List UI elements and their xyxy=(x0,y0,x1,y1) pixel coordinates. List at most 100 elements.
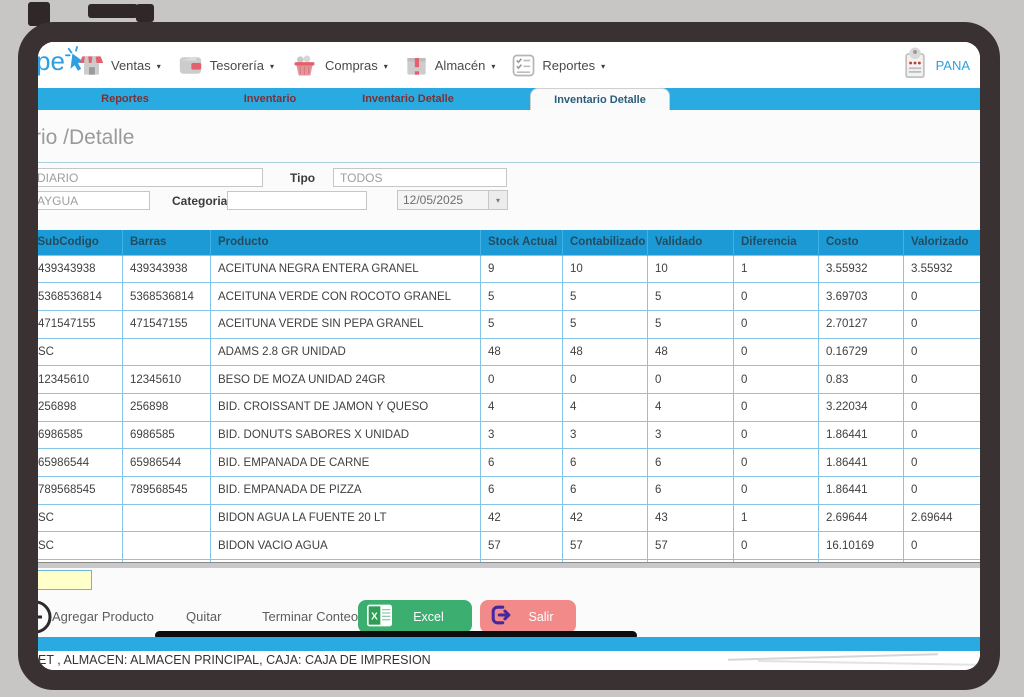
table-cell[interactable]: 256898 xyxy=(123,393,211,421)
table-row[interactable]: 53685368145368536814ACEITUNA VERDE CON R… xyxy=(38,283,980,311)
table-cell[interactable]: 6986585 xyxy=(38,421,123,449)
table-cell[interactable]: 5 xyxy=(481,310,563,338)
table-cell[interactable]: 6 xyxy=(648,477,734,505)
table-cell[interactable]: 65986544 xyxy=(123,449,211,477)
table-cell[interactable]: 57 xyxy=(481,532,563,560)
table-cell[interactable]: 0 xyxy=(648,366,734,394)
table-cell[interactable]: BIDON VACIO AGUA xyxy=(211,532,481,560)
table-cell[interactable]: 5 xyxy=(648,310,734,338)
calendar-dropdown-icon[interactable]: ▾ xyxy=(488,191,507,209)
table-cell[interactable]: 12345610 xyxy=(123,366,211,394)
table-cell[interactable]: 48 xyxy=(481,338,563,366)
table-cell[interactable]: 0 xyxy=(904,532,981,560)
menu-item-almacen[interactable]: Almacén▾ xyxy=(404,53,496,78)
table-cell[interactable]: 0 xyxy=(734,477,819,505)
account-widget[interactable]: PANA xyxy=(900,46,970,85)
quantity-entry-field[interactable] xyxy=(38,570,92,590)
table-cell[interactable]: SC xyxy=(38,338,123,366)
table-cell[interactable]: 57 xyxy=(648,532,734,560)
table-cell[interactable]: 4 xyxy=(563,393,648,421)
table-cell[interactable]: 0 xyxy=(904,449,981,477)
table-cell[interactable]: 0 xyxy=(734,310,819,338)
table-cell[interactable] xyxy=(123,532,211,560)
column-header[interactable]: Validado xyxy=(648,230,734,255)
table-cell[interactable]: 0 xyxy=(734,283,819,311)
menu-item-reportes[interactable]: Reportes▾ xyxy=(511,53,605,78)
table-cell[interactable]: 43 xyxy=(648,504,734,532)
table-cell[interactable]: ACEITUNA VERDE SIN PEPA GRANEL xyxy=(211,310,481,338)
table-cell[interactable]: 48 xyxy=(648,338,734,366)
column-header[interactable]: Costo xyxy=(819,230,904,255)
table-cell[interactable]: 16.10169 xyxy=(819,532,904,560)
table-cell[interactable]: 0 xyxy=(904,310,981,338)
tab-inventario[interactable]: Inventario xyxy=(215,88,325,110)
table-cell[interactable]: 6 xyxy=(481,449,563,477)
table-cell[interactable]: 439343938 xyxy=(123,255,211,283)
table-cell[interactable]: BID. DONUTS SABORES X UNIDAD xyxy=(211,421,481,449)
table-row[interactable]: SCBIDON VACIO AGUA575757016.101690 xyxy=(38,532,980,560)
search-input[interactable] xyxy=(38,168,263,187)
table-cell[interactable]: 12345610 xyxy=(38,366,123,394)
table-cell[interactable]: ADAMS 2.8 GR UNIDAD xyxy=(211,338,481,366)
table-cell[interactable]: 2.70127 xyxy=(819,310,904,338)
table-row[interactable]: 471547155471547155ACEITUNA VERDE SIN PEP… xyxy=(38,310,980,338)
column-header[interactable]: Contabilizado xyxy=(563,230,648,255)
table-cell[interactable]: 5368536814 xyxy=(38,283,123,311)
table-row[interactable]: SCBIDON AGUA LA FUENTE 20 LT42424312.696… xyxy=(38,504,980,532)
table-row[interactable]: 69865856986585BID. DONUTS SABORES X UNID… xyxy=(38,421,980,449)
table-cell[interactable]: 3 xyxy=(563,421,648,449)
menu-item-tesoreria[interactable]: Tesorería▾ xyxy=(177,54,274,77)
excel-button[interactable]: X Excel xyxy=(358,600,472,633)
table-cell[interactable]: 3.55932 xyxy=(819,255,904,283)
table-cell[interactable]: 3 xyxy=(648,421,734,449)
table-cell[interactable]: 256898 xyxy=(38,393,123,421)
table-cell[interactable]: 5 xyxy=(648,283,734,311)
table-cell[interactable]: 0 xyxy=(904,477,981,505)
table-cell[interactable]: 57 xyxy=(563,532,648,560)
table-cell[interactable]: 1.86441 xyxy=(819,477,904,505)
column-header[interactable]: Barras xyxy=(123,230,211,255)
table-cell[interactable]: 0 xyxy=(904,393,981,421)
salir-button[interactable]: Salir xyxy=(480,600,576,633)
menu-item-ventas[interactable]: Ventas▾ xyxy=(78,53,161,78)
table-row[interactable]: 789568545789568545BID. EMPANADA DE PIZZA… xyxy=(38,477,980,505)
table-cell[interactable] xyxy=(123,504,211,532)
almacen-input[interactable] xyxy=(38,191,150,210)
table-cell[interactable]: 2.69644 xyxy=(904,504,981,532)
table-row[interactable]: 6598654465986544BID. EMPANADA DE CARNE66… xyxy=(38,449,980,477)
table-cell[interactable]: 10 xyxy=(563,255,648,283)
table-cell[interactable]: BESO DE MOZA UNIDAD 24GR xyxy=(211,366,481,394)
column-header[interactable]: Producto xyxy=(211,230,481,255)
table-cell[interactable]: 4 xyxy=(648,393,734,421)
quitar-button[interactable]: Quitar xyxy=(186,609,221,624)
table-cell[interactable]: 0 xyxy=(734,338,819,366)
column-header[interactable]: Diferencia xyxy=(734,230,819,255)
table-cell[interactable]: 1.86441 xyxy=(819,421,904,449)
table-cell[interactable]: 6 xyxy=(563,449,648,477)
tab-reportes[interactable]: Reportes xyxy=(70,88,180,110)
table-cell[interactable]: 0 xyxy=(904,283,981,311)
table-cell[interactable]: 0 xyxy=(734,532,819,560)
table-cell[interactable]: 789568545 xyxy=(38,477,123,505)
table-row[interactable]: 1234561012345610BESO DE MOZA UNIDAD 24GR… xyxy=(38,366,980,394)
table-cell[interactable]: 0 xyxy=(904,421,981,449)
table-row[interactable]: SCADAMS 2.8 GR UNIDAD48484800.167290 xyxy=(38,338,980,366)
horizontal-scrollbar[interactable] xyxy=(38,562,980,568)
categoria-input[interactable] xyxy=(227,191,367,210)
table-cell[interactable]: 65986544 xyxy=(38,449,123,477)
table-cell[interactable]: 471547155 xyxy=(123,310,211,338)
agregar-producto-button[interactable]: Agregar Producto xyxy=(52,609,154,624)
table-cell[interactable]: 5 xyxy=(563,310,648,338)
table-cell[interactable]: ACEITUNA NEGRA ENTERA GRANEL xyxy=(211,255,481,283)
table-cell[interactable]: SC xyxy=(38,532,123,560)
table-row[interactable]: 439343938439343938ACEITUNA NEGRA ENTERA … xyxy=(38,255,980,283)
table-cell[interactable]: 1 xyxy=(734,504,819,532)
table-cell[interactable]: 1 xyxy=(734,255,819,283)
table-cell[interactable]: 0 xyxy=(904,338,981,366)
table-cell[interactable]: 0 xyxy=(734,393,819,421)
table-cell[interactable]: 48 xyxy=(563,338,648,366)
table-cell[interactable]: 3 xyxy=(481,421,563,449)
table-cell[interactable]: 9 xyxy=(481,255,563,283)
terminar-conteo-button[interactable]: Terminar Conteo xyxy=(262,609,358,624)
tab-inventario-detalle-active[interactable]: Inventario Detalle xyxy=(530,88,670,110)
